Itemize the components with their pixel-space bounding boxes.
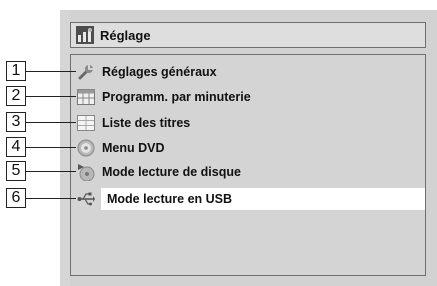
menu-item-label: Mode lecture en USB — [107, 192, 233, 206]
callout-number-1: 1 — [6, 61, 26, 81]
menu-item-general-settings[interactable]: Réglages généraux — [71, 61, 425, 83]
callout-leader-3 — [26, 122, 76, 123]
callout-number-6: 6 — [6, 188, 26, 208]
settings-menu-icon — [76, 26, 94, 44]
disc-play-icon — [76, 163, 96, 181]
disc-icon — [76, 139, 96, 157]
callout-leader-6 — [26, 198, 76, 199]
callout-leader-5 — [26, 171, 76, 172]
menu-item-usb-playback-mode[interactable]: Mode lecture en USB — [101, 188, 425, 210]
callout-leader-2 — [26, 96, 76, 97]
menu-list: Réglages généraux Programm. par minuteri… — [70, 54, 426, 276]
menu-item-dvd-menu[interactable]: Menu DVD — [71, 137, 425, 159]
menu-item-title-list[interactable]: Liste des titres — [71, 112, 425, 134]
callout-number-4: 4 — [6, 137, 26, 157]
menu-item-timer-programming[interactable]: Programm. par minuterie — [71, 86, 425, 108]
menu-item-label: Liste des titres — [102, 116, 191, 130]
wrench-icon — [76, 63, 96, 81]
menu-item-label: Mode lecture de disque — [102, 165, 241, 179]
menu-title: Réglage — [100, 27, 151, 43]
usb-icon — [76, 190, 96, 208]
title-list-icon — [76, 114, 96, 132]
menu-title-bar: Réglage — [70, 22, 426, 48]
menu-item-label: Réglages généraux — [102, 65, 217, 79]
callout-number-5: 5 — [6, 161, 26, 181]
callout-number-2: 2 — [6, 86, 26, 106]
callout-number-3: 3 — [6, 112, 26, 132]
menu-item-disc-playback-mode[interactable]: Mode lecture de disque — [71, 161, 425, 183]
timer-grid-icon — [76, 88, 96, 106]
menu-item-label: Programm. par minuterie — [102, 90, 251, 104]
menu-item-label: Menu DVD — [102, 141, 165, 155]
callout-leader-4 — [26, 147, 76, 148]
callout-leader-1 — [26, 71, 76, 72]
